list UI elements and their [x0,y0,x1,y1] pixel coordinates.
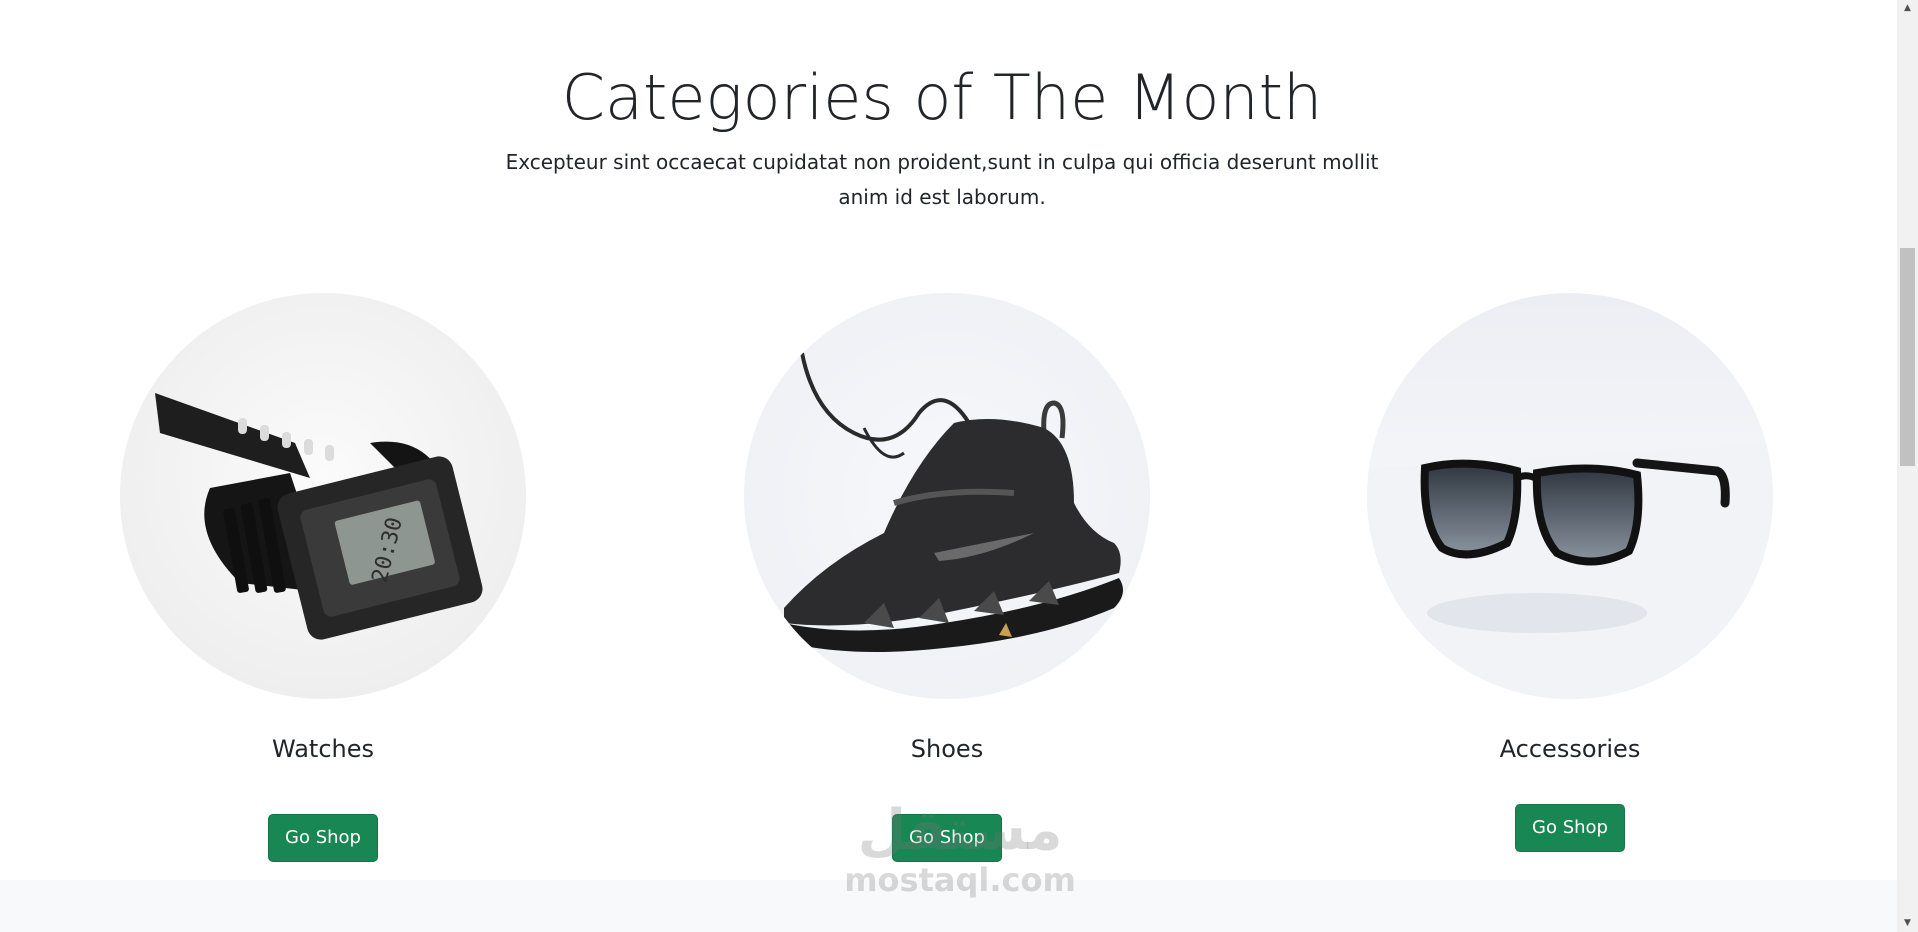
section-subtitle: Excepteur sint occaecat cupidatat non pr… [505,150,1379,209]
go-shop-button-watches[interactable]: Go Shop [268,814,378,862]
go-shop-button-accessories[interactable]: Go Shop [1515,804,1625,852]
category-title: Accessories [1499,735,1641,763]
sunglasses-image [1367,293,1773,699]
scroll-thumb[interactable] [1900,248,1915,466]
category-card-accessories: Accessories Go Shop [1360,293,1780,852]
sneaker-image [744,293,1150,699]
category-card-shoes: Shoes Go Shop [737,293,1157,862]
scroll-up-icon[interactable]: ▲ [1897,0,1918,17]
page: Categories of The Month Excepteur sint o… [0,0,1918,932]
go-shop-button-shoes[interactable]: Go Shop [892,814,1002,862]
vertical-scrollbar[interactable]: ▲ ▼ [1897,0,1918,932]
category-title: Watches [272,735,374,763]
scroll-down-icon[interactable]: ▼ [1897,915,1918,932]
category-card-watches: 20:30 Watches Go Shop [113,293,533,862]
categories-section: Categories of The Month Excepteur sint o… [0,0,1897,880]
category-title: Shoes [910,735,984,763]
wristwatch-image: 20:30 [120,293,526,699]
next-section-strip [0,880,1897,932]
section-title: Categories of The Month [561,61,1323,134]
